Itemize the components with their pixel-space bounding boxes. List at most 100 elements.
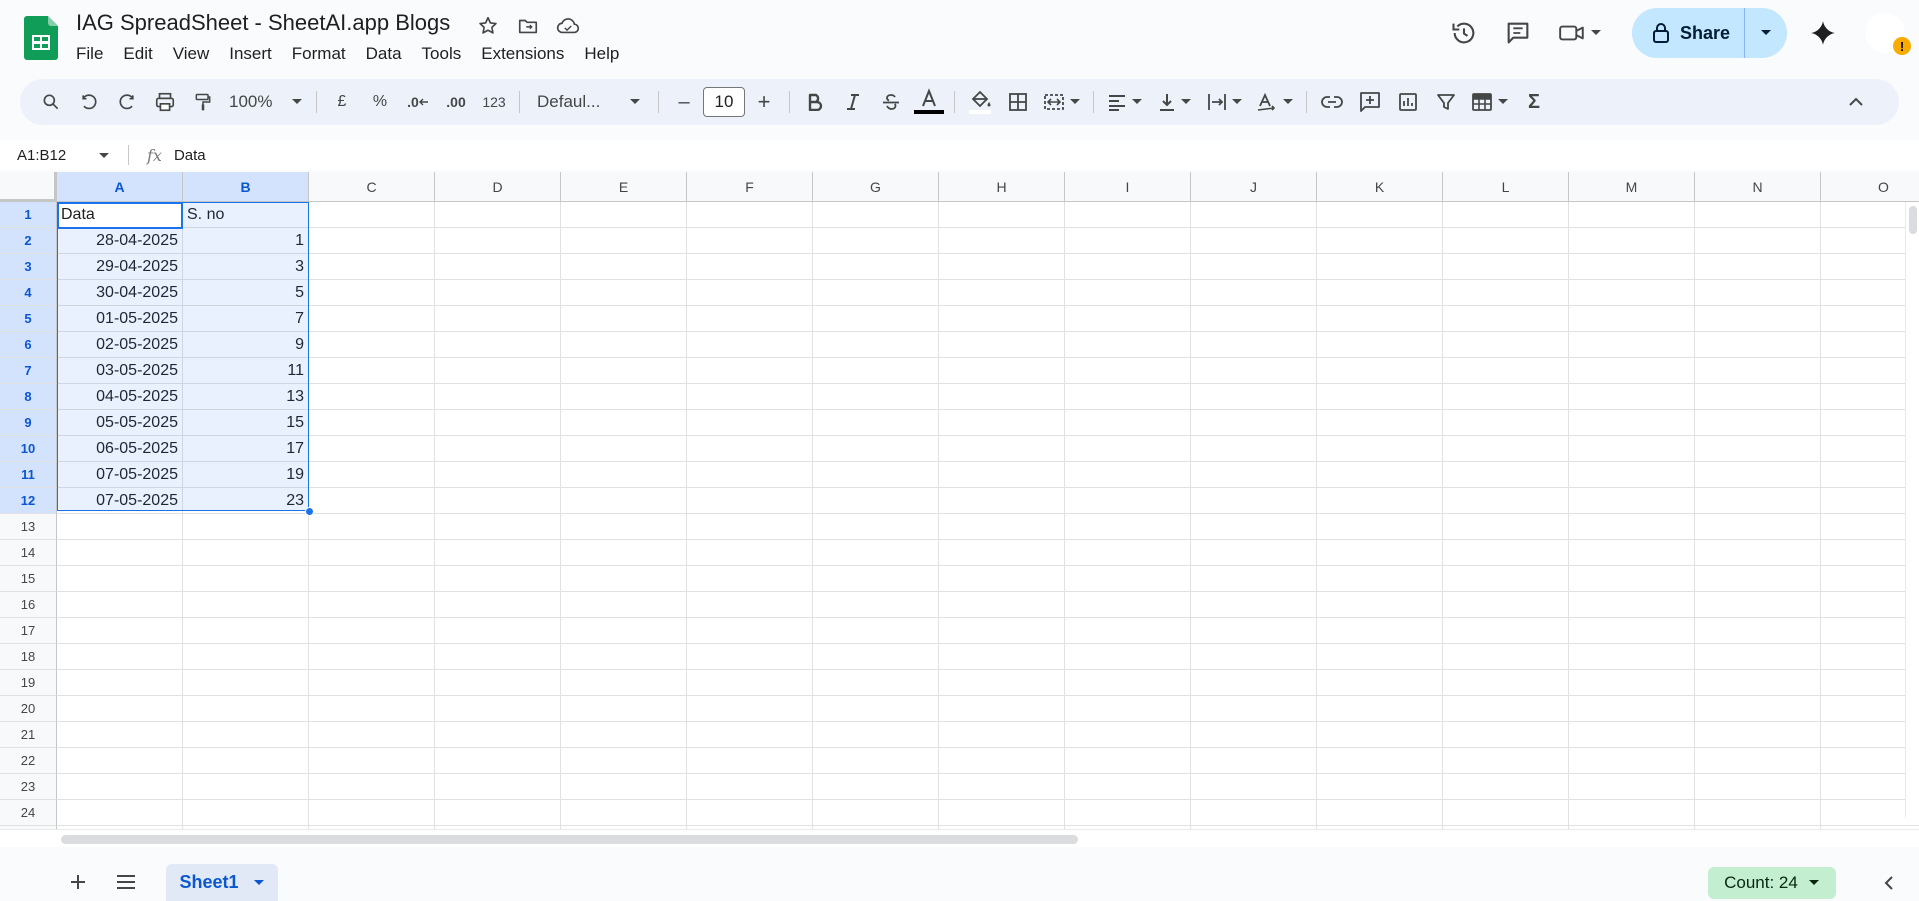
cell-g17[interactable] — [813, 618, 939, 644]
gemini-icon[interactable] — [1803, 13, 1843, 53]
cell-f15[interactable] — [687, 566, 813, 592]
cell-j6[interactable] — [1191, 332, 1317, 358]
cell-m15[interactable] — [1569, 566, 1695, 592]
cell-i15[interactable] — [1065, 566, 1191, 592]
cell-b22[interactable] — [183, 748, 309, 774]
cell-i23[interactable] — [1065, 774, 1191, 800]
column-header-c[interactable]: C — [309, 172, 435, 202]
cell-h22[interactable] — [939, 748, 1065, 774]
cell-j15[interactable] — [1191, 566, 1317, 592]
cell-l9[interactable] — [1443, 410, 1569, 436]
selection-summary-button[interactable]: Count: 24 — [1708, 867, 1836, 899]
column-header-m[interactable]: M — [1569, 172, 1695, 202]
row-header-8[interactable]: 8 — [0, 384, 57, 410]
cell-m21[interactable] — [1569, 722, 1695, 748]
cell-a2[interactable]: 28-04-2025 — [57, 228, 183, 254]
decrease-font-size-button[interactable]: – — [668, 86, 700, 118]
cell-d8[interactable] — [435, 384, 561, 410]
cell-j16[interactable] — [1191, 592, 1317, 618]
cell-e10[interactable] — [561, 436, 687, 462]
comments-icon[interactable] — [1498, 13, 1538, 53]
menu-data[interactable]: Data — [356, 42, 412, 66]
cell-l10[interactable] — [1443, 436, 1569, 462]
cell-k16[interactable] — [1317, 592, 1443, 618]
cell-i8[interactable] — [1065, 384, 1191, 410]
cell-n14[interactable] — [1695, 540, 1821, 566]
cell-i24[interactable] — [1065, 800, 1191, 826]
column-header-l[interactable]: L — [1443, 172, 1569, 202]
cell-c8[interactable] — [309, 384, 435, 410]
cell-l22[interactable] — [1443, 748, 1569, 774]
cell-e22[interactable] — [561, 748, 687, 774]
cell-b16[interactable] — [183, 592, 309, 618]
cell-k13[interactable] — [1317, 514, 1443, 540]
cell-f13[interactable] — [687, 514, 813, 540]
cell-d16[interactable] — [435, 592, 561, 618]
cell-f23[interactable] — [687, 774, 813, 800]
cell-l20[interactable] — [1443, 696, 1569, 722]
cell-d12[interactable] — [435, 488, 561, 514]
cell-b21[interactable] — [183, 722, 309, 748]
cell-n17[interactable] — [1695, 618, 1821, 644]
cell-k7[interactable] — [1317, 358, 1443, 384]
cell-g6[interactable] — [813, 332, 939, 358]
cell-d23[interactable] — [435, 774, 561, 800]
cell-e21[interactable] — [561, 722, 687, 748]
menu-extensions[interactable]: Extensions — [471, 42, 574, 66]
cell-h8[interactable] — [939, 384, 1065, 410]
spreadsheet-grid[interactable]: A B C D E F G H I J K L M N O 1 2 3 4 5 6 7 8 9 10 11 12 13 14 15 16 17… — [0, 172, 1919, 847]
cell-c10[interactable] — [309, 436, 435, 462]
cell-l21[interactable] — [1443, 722, 1569, 748]
vertical-scroll-thumb[interactable] — [1909, 206, 1917, 234]
cell-d14[interactable] — [435, 540, 561, 566]
cell-e4[interactable] — [561, 280, 687, 306]
cell-d10[interactable] — [435, 436, 561, 462]
cell-c11[interactable] — [309, 462, 435, 488]
cell-k6[interactable] — [1317, 332, 1443, 358]
search-menus-icon[interactable] — [35, 86, 67, 118]
cell-j12[interactable] — [1191, 488, 1317, 514]
row-header-3[interactable]: 3 — [0, 254, 57, 280]
row-header-17[interactable]: 17 — [0, 618, 57, 644]
cell-f12[interactable] — [687, 488, 813, 514]
cell-m18[interactable] — [1569, 644, 1695, 670]
cell-m17[interactable] — [1569, 618, 1695, 644]
cell-h24[interactable] — [939, 800, 1065, 826]
sheets-logo-icon[interactable] — [24, 16, 58, 60]
cell-f14[interactable] — [687, 540, 813, 566]
cell-b10[interactable]: 17 — [183, 436, 309, 462]
menu-edit[interactable]: Edit — [113, 42, 162, 66]
cell-j14[interactable] — [1191, 540, 1317, 566]
cell-n8[interactable] — [1695, 384, 1821, 410]
cell-n21[interactable] — [1695, 722, 1821, 748]
cell-h9[interactable] — [939, 410, 1065, 436]
cell-k2[interactable] — [1317, 228, 1443, 254]
cell-i17[interactable] — [1065, 618, 1191, 644]
cell-n15[interactable] — [1695, 566, 1821, 592]
cell-g13[interactable] — [813, 514, 939, 540]
cell-e7[interactable] — [561, 358, 687, 384]
cell-i20[interactable] — [1065, 696, 1191, 722]
horizontal-align-icon[interactable] — [1103, 86, 1147, 118]
cell-g23[interactable] — [813, 774, 939, 800]
cell-c3[interactable] — [309, 254, 435, 280]
column-header-f[interactable]: F — [687, 172, 813, 202]
cell-d2[interactable] — [435, 228, 561, 254]
column-header-b[interactable]: B — [183, 172, 309, 202]
cell-n16[interactable] — [1695, 592, 1821, 618]
cell-h6[interactable] — [939, 332, 1065, 358]
add-sheet-button[interactable] — [64, 868, 92, 896]
cell-m6[interactable] — [1569, 332, 1695, 358]
cell-c17[interactable] — [309, 618, 435, 644]
cell-d9[interactable] — [435, 410, 561, 436]
cell-h19[interactable] — [939, 670, 1065, 696]
cell-c6[interactable] — [309, 332, 435, 358]
cell-b8[interactable]: 13 — [183, 384, 309, 410]
cell-g10[interactable] — [813, 436, 939, 462]
cell-m22[interactable] — [1569, 748, 1695, 774]
cell-i4[interactable] — [1065, 280, 1191, 306]
cell-i12[interactable] — [1065, 488, 1191, 514]
cell-i19[interactable] — [1065, 670, 1191, 696]
cell-h17[interactable] — [939, 618, 1065, 644]
cell-n5[interactable] — [1695, 306, 1821, 332]
